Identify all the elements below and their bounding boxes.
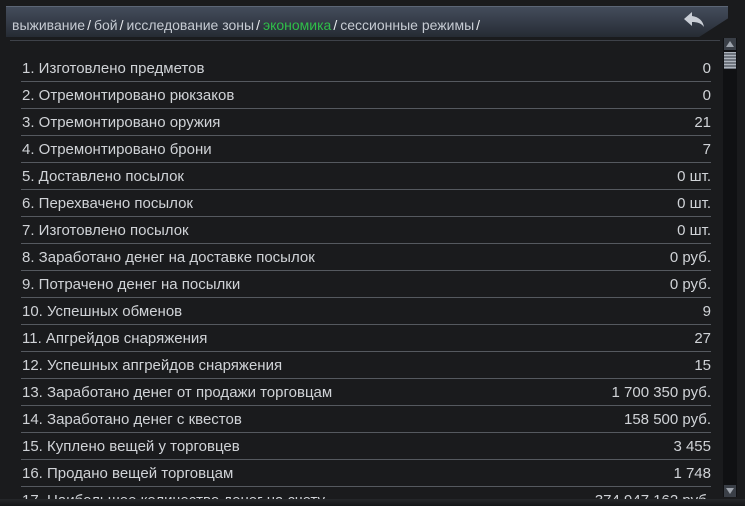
stat-label: 5. Доставлено посылок xyxy=(22,168,184,185)
stat-value: 7 xyxy=(702,141,711,158)
window-bottom-edge xyxy=(0,499,745,506)
stat-label: 8. Заработано денег на доставке посылок xyxy=(22,249,315,266)
stat-row: 7. Изготовлено посылок 0 шт. xyxy=(21,217,711,244)
stat-label: 1. Изготовлено предметов xyxy=(22,60,205,77)
stat-value: 27 xyxy=(694,330,711,347)
stat-value: 0 руб. xyxy=(669,276,711,293)
stat-value: 0 шт. xyxy=(677,195,711,212)
stat-row: 8. Заработано денег на доставке посылок 0… xyxy=(21,244,711,271)
stat-label: 4. Отремонтировано брони xyxy=(22,141,212,158)
stat-value: 0 шт. xyxy=(677,168,711,185)
breadcrumb-separator: / xyxy=(476,17,481,33)
stat-label: 13. Заработано денег от продажи торговца… xyxy=(22,384,333,401)
scroll-up-button[interactable] xyxy=(724,38,736,50)
stat-value: 0 xyxy=(702,60,711,77)
stat-value: 3 455 xyxy=(673,438,711,455)
stat-label: 7. Изготовлено посылок xyxy=(22,222,189,239)
breadcrumb-combat[interactable]: бой xyxy=(94,17,118,33)
stat-label: 14. Заработано денег с квестов xyxy=(22,411,242,428)
stat-value: 1 700 350 руб. xyxy=(611,384,712,401)
stat-label: 6. Перехвачено посылок xyxy=(22,195,193,212)
stat-value: 158 500 руб. xyxy=(624,411,711,428)
stat-label: 15. Куплено вещей у торговцев xyxy=(22,438,240,455)
scroll-down-button[interactable] xyxy=(724,485,736,497)
stat-row: 2. Отремонтировано рюкзаков 0 xyxy=(21,82,711,109)
stats-window: выживание / бой / исследование зоны / экономик… xyxy=(0,0,745,506)
stat-value: 21 xyxy=(694,114,711,131)
scrollbar[interactable] xyxy=(723,38,737,497)
stat-label: 2. Отремонтировано рюкзаков xyxy=(22,87,235,104)
arrow-up-icon xyxy=(726,41,734,47)
stat-row: 6. Перехвачено посылок 0 шт. xyxy=(21,190,711,217)
stat-value: 0 руб. xyxy=(669,249,711,266)
stats-list: 1. Изготовлено предметов 0 2. Отремонтиров… xyxy=(21,55,711,500)
stat-value: 0 xyxy=(702,87,711,104)
stat-row: 15. Куплено вещей у торговцев 3 455 xyxy=(21,433,711,460)
stat-value: 9 xyxy=(702,303,711,320)
stat-row: 1. Изготовлено предметов 0 xyxy=(21,55,711,82)
stat-label: 10. Успешных обменов xyxy=(22,303,183,320)
stat-row: 4. Отремонтировано брони 7 xyxy=(21,136,711,163)
stat-label: 9. Потрачено денег на посылки xyxy=(22,276,241,293)
breadcrumb: выживание / бой / исследование зоны / экономик… xyxy=(12,17,483,35)
stat-row: 13. Заработано денег от продажи торговца… xyxy=(21,379,711,406)
breadcrumb-separator: / xyxy=(119,17,124,33)
stat-row: 11. Апгрейдов снаряжения 27 xyxy=(21,325,711,352)
back-arrow-icon xyxy=(684,12,704,27)
stat-row: 5. Доставлено посылок 0 шт. xyxy=(21,163,711,190)
stat-label: 3. Отремонтировано оружия xyxy=(22,114,221,131)
breadcrumb-separator: / xyxy=(87,17,91,33)
stat-value: 1 748 xyxy=(673,465,711,482)
stat-value: 0 шт. xyxy=(677,222,711,239)
stat-row: 9. Потрачено денег на посылки 0 руб. xyxy=(21,271,711,298)
stat-row: 12. Успешных апгрейдов снаряжения 15 xyxy=(21,352,711,379)
breadcrumb-separator: / xyxy=(333,17,338,33)
back-button[interactable] xyxy=(681,10,707,30)
breadcrumb-separator: / xyxy=(256,17,260,33)
stat-row: 16. Продано вещей торговцам 1 748 xyxy=(21,460,711,487)
breadcrumb-zone-exploration[interactable]: исследование зоны xyxy=(127,17,255,33)
arrow-down-icon xyxy=(726,488,734,494)
scroll-thumb[interactable] xyxy=(724,52,736,69)
stat-label: 16. Продано вещей торговцам xyxy=(22,465,234,482)
stats-panel: 1. Изготовлено предметов 0 2. Отремонтиров… xyxy=(10,40,720,500)
stat-label: 11. Апгрейдов снаряжения xyxy=(22,330,208,347)
stat-row: 14. Заработано денег с квестов 158 500 ру… xyxy=(21,406,711,433)
breadcrumb-survival[interactable]: выживание xyxy=(12,17,85,33)
stat-row: 3. Отремонтировано оружия 21 xyxy=(21,109,711,136)
stat-row: 10. Успешных обменов 9 xyxy=(21,298,711,325)
stat-value: 15 xyxy=(694,357,711,374)
stat-label: 12. Успешных апгрейдов снаряжения xyxy=(22,357,283,374)
breadcrumb-session-modes[interactable]: сессионные режимы xyxy=(340,17,474,33)
breadcrumb-economy[interactable]: экономика xyxy=(263,17,331,33)
